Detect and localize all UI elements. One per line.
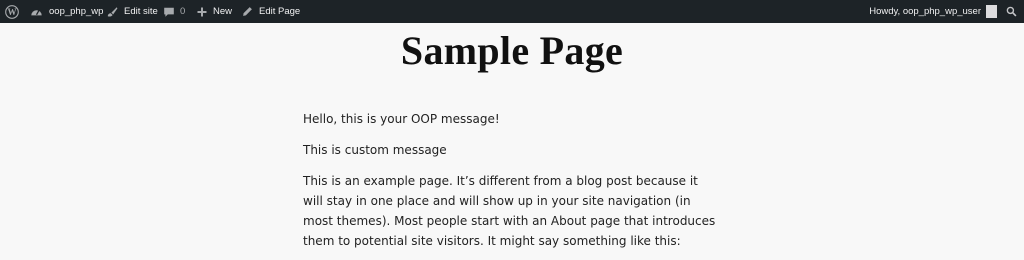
svg-text:W: W — [7, 7, 16, 17]
edit-site-link[interactable]: Edit site — [106, 0, 158, 23]
howdy-label: Howdy, oop_php_wp_user — [869, 6, 981, 17]
comments-count: 0 — [180, 6, 186, 17]
new-label: New — [213, 6, 233, 17]
wordpress-logo-button[interactable]: W — [5, 0, 19, 23]
my-account-menu[interactable]: Howdy, oop_php_wp_user — [869, 0, 997, 23]
site-name-label: oop_php_wp — [49, 6, 104, 17]
pencil-icon — [243, 7, 252, 16]
avatar — [986, 5, 997, 18]
page-title: Sample Page — [400, 28, 624, 73]
edit-page-link[interactable]: Edit Page — [242, 0, 300, 23]
brush-icon — [107, 6, 118, 17]
content-paragraph: This is an example page. It’s different … — [303, 174, 716, 248]
comment-icon — [164, 7, 174, 17]
dashboard-icon — [31, 9, 42, 16]
comments-link[interactable]: 0 — [163, 0, 185, 23]
content-paragraph: Hello, this is your OOP message! — [303, 112, 500, 126]
edit-page-label: Edit Page — [259, 6, 301, 17]
new-content-menu[interactable]: New — [197, 0, 232, 23]
content-paragraph: This is custom message — [303, 143, 447, 157]
site-name-menu[interactable]: oop_php_wp — [30, 0, 103, 23]
search-icon — [1006, 6, 1017, 17]
admin-bar: W oop_php_wp Edit site 0 New Edit Page H… — [0, 0, 1024, 23]
admin-bar-search[interactable] — [1006, 0, 1017, 23]
plus-icon — [197, 7, 207, 16]
wordpress-logo-icon: W — [5, 4, 19, 19]
edit-site-label: Edit site — [124, 6, 158, 17]
